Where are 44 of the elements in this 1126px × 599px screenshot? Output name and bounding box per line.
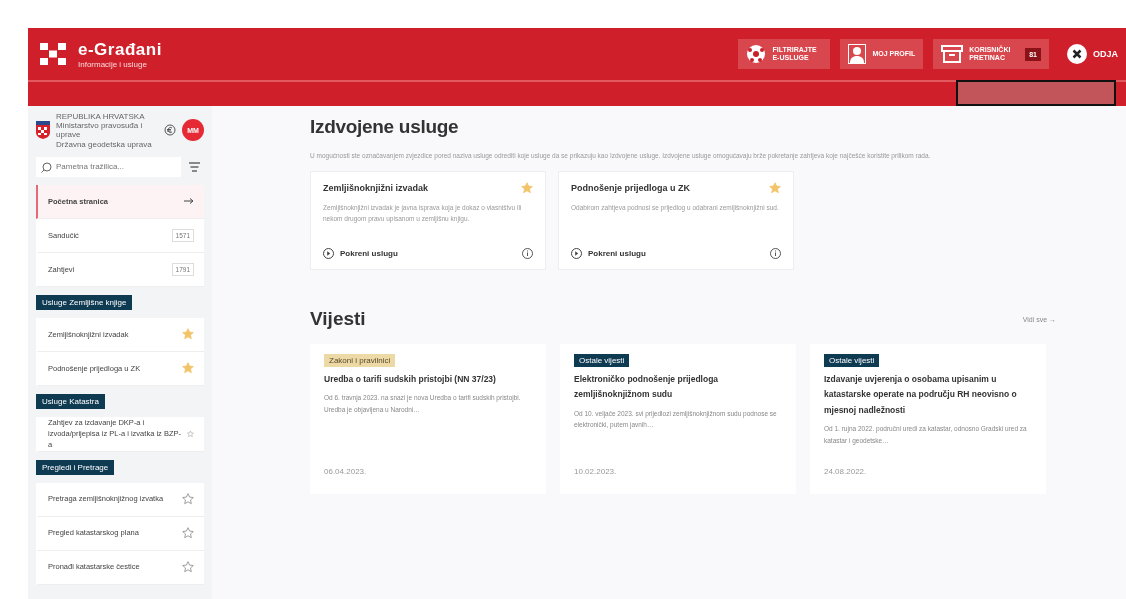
euro-icon[interactable] <box>164 124 176 137</box>
site-subtitle: Informacije i usluge <box>78 59 148 69</box>
archive-box-icon <box>941 45 964 63</box>
star-icon[interactable] <box>182 527 194 539</box>
section-heading: Izdvojene usluge <box>310 116 460 138</box>
section-label: Usluge Zemljišne knjige <box>36 294 133 310</box>
section-heading: Vijesti <box>310 308 366 331</box>
play-circle-icon <box>571 248 582 260</box>
person-icon <box>848 44 867 64</box>
category-tag: Ostale vijesti <box>574 354 630 368</box>
ball-icon <box>746 44 767 64</box>
coat-of-arms-icon <box>36 121 50 140</box>
section-label: Pregledi i Pretrage <box>36 459 115 475</box>
arrow-right-icon <box>184 198 194 205</box>
close-icon <box>1067 44 1087 64</box>
news-title: Elektroničko podnošenje prijedloga zemljišnoknjižnom sudu <box>574 373 720 402</box>
checker-logo-icon <box>40 43 66 65</box>
star-icon[interactable] <box>769 182 781 195</box>
news-title: Uredba o tarifi sudskih pristojbi (NN 37/23) <box>324 373 497 387</box>
news-date: 10.02.2023. <box>574 467 618 477</box>
category-tag: Ostale vijesti <box>824 354 880 368</box>
play-circle-icon <box>323 248 334 260</box>
start-service-link[interactable]: Pokreni uslugu <box>571 248 646 260</box>
category-tag: Zakoni i pravilnici <box>324 354 396 368</box>
star-icon[interactable] <box>182 328 194 341</box>
news-date: 06.04.2023. <box>324 467 368 477</box>
card-title: Zemljišnoknjižni izvadak <box>323 183 429 194</box>
news-card[interactable] <box>810 344 1046 495</box>
info-icon[interactable] <box>770 248 781 260</box>
search-field[interactable]: Pametna tražilica... <box>36 156 181 177</box>
star-icon[interactable] <box>182 561 194 573</box>
start-service-link[interactable]: Pokreni uslugu <box>323 248 398 260</box>
star-icon[interactable] <box>182 493 194 505</box>
info-icon[interactable] <box>522 248 533 260</box>
star-icon[interactable] <box>521 182 533 195</box>
site-title: e-Građani <box>78 39 162 60</box>
news-title: Izdavanje uvjerenja o osobama upisanim u katastarske operate na području RH neovisno o mjesnoj nadležnosti <box>824 373 1018 417</box>
ministry-name: REPUBLIKA HRVATSKA Ministarstvo pravosuđa i uprave Državna geodetska uprava <box>56 112 153 149</box>
star-icon[interactable] <box>182 362 194 375</box>
filter-lines-icon[interactable] <box>189 161 200 172</box>
news-date: 24.08.2022. <box>824 467 868 477</box>
logout-button[interactable]: ODJA <box>1059 39 1126 69</box>
section-label: Usluge Katastra <box>36 393 105 409</box>
card-title: Podnošenje prijedloga u ZK <box>571 183 690 194</box>
